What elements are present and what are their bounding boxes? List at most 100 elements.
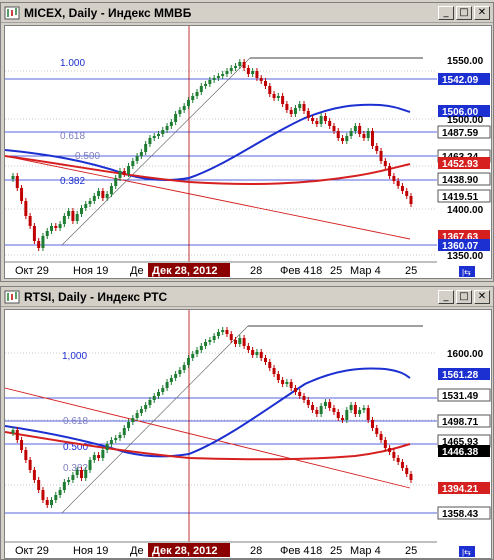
rtsi-candle[interactable]: [234, 337, 238, 347]
rtsi-candle[interactable]: [285, 379, 289, 387]
micex-candle[interactable]: [388, 163, 392, 179]
micex-candle[interactable]: [191, 93, 195, 103]
micex-candle[interactable]: [41, 233, 45, 251]
rtsi-candle[interactable]: [409, 471, 413, 483]
micex-candle[interactable]: [285, 101, 289, 113]
rtsi-candle[interactable]: [319, 403, 323, 417]
micex-candle[interactable]: [182, 103, 186, 113]
rtsi-candle[interactable]: [15, 427, 19, 443]
rtsi-candle[interactable]: [221, 327, 225, 335]
rtsi-candle[interactable]: [405, 465, 409, 477]
micex-chart-area[interactable]: 1.000 0.618 0.500 0.382 1550.00 1542.09 15…: [4, 25, 492, 279]
micex-candle[interactable]: [289, 107, 293, 117]
scroll-to-end-icon[interactable]: |⇆: [459, 266, 475, 277]
rtsi-candle[interactable]: [349, 402, 353, 413]
rtsi-candle[interactable]: [135, 410, 139, 421]
micex-candle[interactable]: [302, 101, 306, 114]
micex-candle[interactable]: [15, 173, 19, 191]
micex-candle[interactable]: [345, 133, 349, 144]
micex-candle[interactable]: [139, 149, 143, 159]
rtsi-candle[interactable]: [358, 407, 362, 417]
rtsi-candle[interactable]: [118, 432, 122, 441]
minimize-button[interactable]: _: [438, 5, 454, 20]
micex-candle[interactable]: [88, 198, 92, 207]
micex-candle[interactable]: [259, 75, 263, 84]
rtsi-candle[interactable]: [199, 343, 203, 353]
rtsi-candle[interactable]: [174, 371, 178, 381]
rtsi-candle[interactable]: [144, 402, 148, 412]
micex-chart-svg[interactable]: 1.000 0.618 0.500 0.382 1550.001542.0915…: [5, 26, 491, 278]
micex-candle[interactable]: [225, 68, 229, 77]
rtsi-candle[interactable]: [379, 431, 383, 443]
rtsi-candle[interactable]: [216, 329, 220, 339]
rtsi-candle[interactable]: [263, 355, 267, 365]
rtsi-candle[interactable]: [195, 347, 199, 357]
rtsi-candle[interactable]: [392, 449, 396, 461]
red-trend-line[interactable]: [5, 155, 411, 240]
close-button[interactable]: ✕: [474, 289, 490, 304]
rtsi-candle[interactable]: [362, 405, 366, 413]
rtsi-candle[interactable]: [186, 355, 190, 368]
rtsi-candle[interactable]: [114, 435, 118, 443]
micex-candle[interactable]: [62, 213, 66, 227]
micex-candle[interactable]: [242, 59, 246, 71]
micex-candle[interactable]: [67, 208, 71, 219]
rtsi-candle[interactable]: [131, 415, 135, 425]
micex-candle[interactable]: [24, 198, 28, 219]
micex-candle[interactable]: [97, 188, 101, 199]
micex-candle[interactable]: [392, 173, 396, 184]
micex-candle[interactable]: [323, 113, 327, 124]
rtsi-candle[interactable]: [341, 415, 345, 423]
rtsi-candle[interactable]: [259, 349, 263, 361]
rtsi-candle[interactable]: [37, 477, 41, 493]
micex-candle[interactable]: [212, 75, 216, 83]
rtsi-candle[interactable]: [332, 405, 336, 415]
micex-candle[interactable]: [178, 107, 182, 117]
micex-candle[interactable]: [370, 128, 374, 149]
micex-candle[interactable]: [306, 108, 310, 121]
rtsi-candle[interactable]: [165, 379, 169, 391]
rtsi-candle[interactable]: [289, 379, 293, 391]
rtsi-candle[interactable]: [92, 452, 96, 463]
rtsi-candle[interactable]: [315, 407, 319, 417]
rtsi-candle[interactable]: [375, 425, 379, 437]
rtsi-titlebar[interactable]: RTSI, Daily - Индекс РТС _ □ ✕: [1, 287, 493, 307]
micex-candle[interactable]: [186, 97, 190, 109]
rtsi-candle[interactable]: [323, 399, 327, 409]
rtsi-candle[interactable]: [212, 333, 216, 343]
rtsi-chart-svg[interactable]: 1,000 0.618 0.500 0.382 1600.001561.2815…: [5, 310, 491, 558]
rtsi-candle[interactable]: [353, 402, 357, 417]
micex-candle[interactable]: [281, 93, 285, 107]
rtsi-candle[interactable]: [88, 457, 92, 473]
micex-candles[interactable]: [11, 59, 413, 251]
rtsi-candle[interactable]: [238, 335, 242, 347]
micex-candle[interactable]: [383, 158, 387, 169]
micex-candle[interactable]: [204, 81, 208, 89]
rtsi-candle[interactable]: [246, 343, 250, 353]
rtsi-candle[interactable]: [366, 405, 370, 423]
micex-candle[interactable]: [272, 91, 276, 101]
rtsi-candle[interactable]: [62, 479, 66, 493]
rtsi-candle[interactable]: [370, 417, 374, 431]
rtsi-candle[interactable]: [204, 339, 208, 349]
rtsi-chart-area[interactable]: 1,000 0.618 0.500 0.382 1600.00 1561.28 15…: [4, 309, 492, 559]
micex-candle[interactable]: [362, 131, 366, 141]
micex-candle[interactable]: [37, 238, 41, 251]
micex-candle[interactable]: [114, 175, 118, 189]
rtsi-candle[interactable]: [336, 409, 340, 421]
micex-titlebar[interactable]: MICEX, Daily - Индекс ММВБ _ □ ✕: [1, 3, 493, 23]
micex-candle[interactable]: [32, 223, 36, 244]
rtsi-candle[interactable]: [229, 331, 233, 343]
micex-candle[interactable]: [366, 128, 370, 141]
micex-candle[interactable]: [58, 221, 62, 231]
micex-candle[interactable]: [152, 133, 156, 141]
rtsi-candle[interactable]: [97, 452, 101, 461]
micex-candle[interactable]: [11, 173, 15, 182]
micex-candle[interactable]: [50, 223, 54, 234]
rtsi-candle[interactable]: [383, 437, 387, 451]
micex-candle[interactable]: [208, 77, 212, 87]
micex-candle[interactable]: [246, 65, 250, 77]
micex-candle[interactable]: [221, 71, 225, 79]
rtsi-candle[interactable]: [251, 347, 255, 358]
micex-candle[interactable]: [263, 78, 267, 89]
